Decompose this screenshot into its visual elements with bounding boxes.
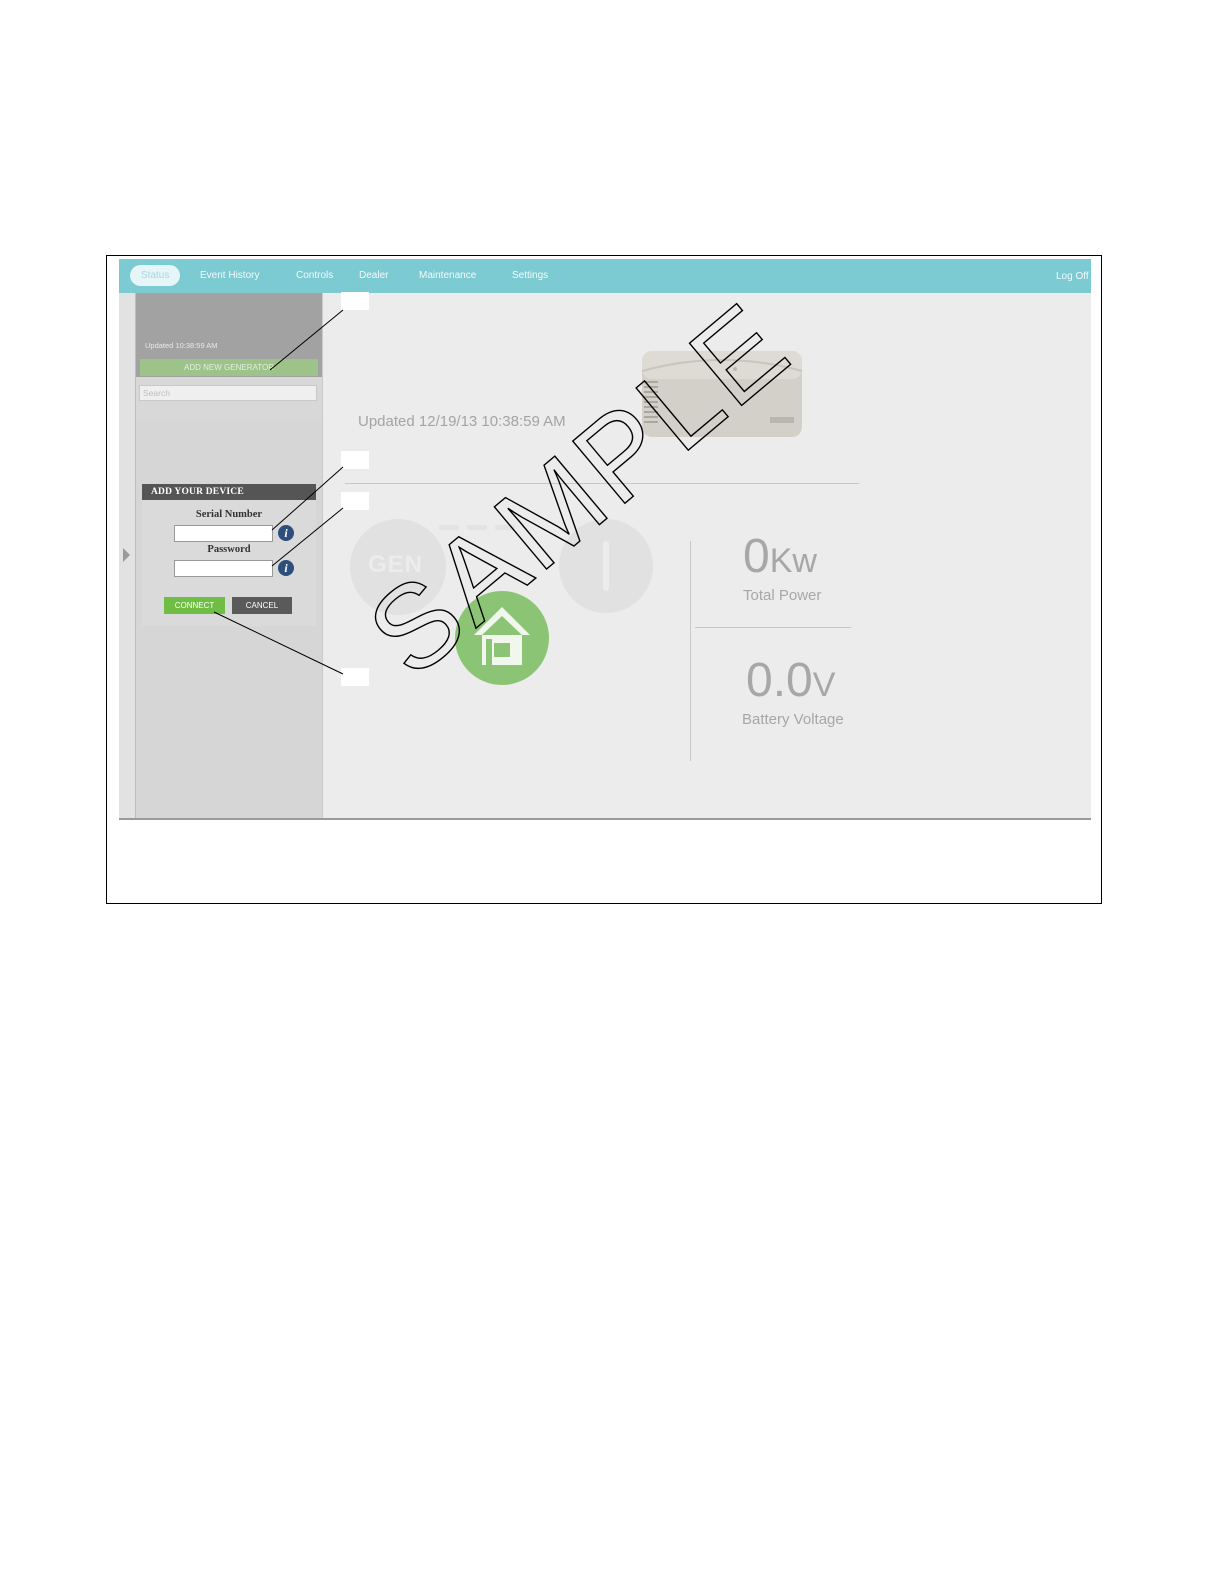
callout-box-4: [341, 668, 369, 686]
status-updated-time: Updated 12/19/13 10:38:59 AM: [358, 413, 566, 430]
callout-box-3: [341, 492, 369, 510]
status-divider: [345, 483, 859, 484]
tab-dealer[interactable]: Dealer: [359, 259, 388, 293]
battery-voltage-unit: V: [812, 666, 836, 704]
battery-voltage-number: 0.0: [746, 654, 813, 707]
generator-image: [641, 351, 803, 437]
callout-box-2: [341, 451, 369, 469]
power-flow-icon: [439, 525, 515, 530]
generator-updated-time: Updated 10:38:59 AM: [145, 341, 218, 350]
app-screen: Status Event History Controls Dealer Mai…: [119, 259, 1091, 820]
tab-event-history[interactable]: Event History: [200, 259, 259, 293]
utility-source-circle: [559, 519, 653, 613]
top-navigation-bar: Status Event History Controls Dealer Mai…: [119, 259, 1091, 293]
metrics-horizontal-divider: [695, 627, 851, 628]
sidebar-collapse-strip[interactable]: [119, 293, 136, 818]
total-power-label: Total Power: [743, 587, 822, 604]
home-load-circle: [455, 591, 549, 685]
battery-voltage-label: Battery Voltage: [742, 711, 844, 728]
add-device-panel: ADD YOUR DEVICE Serial Number i Password…: [142, 484, 316, 626]
expand-arrow-icon[interactable]: [123, 548, 130, 562]
add-device-title: ADD YOUR DEVICE: [142, 484, 316, 500]
total-power-value: 0Kw: [743, 529, 817, 584]
add-new-generator-button[interactable]: ADD NEW GENERATOR: [140, 359, 318, 376]
connect-button[interactable]: CONNECT: [164, 597, 225, 614]
metrics-vertical-divider: [690, 541, 691, 761]
password-input[interactable]: [174, 560, 273, 577]
total-power-unit: Kw: [769, 542, 817, 580]
tab-maintenance[interactable]: Maintenance: [419, 259, 476, 293]
password-label: Password: [207, 544, 251, 555]
callout-box-1: [341, 292, 369, 310]
generator-source-circle: GEN: [350, 519, 446, 615]
password-info-icon[interactable]: i: [278, 560, 294, 576]
logoff-link[interactable]: Log Off: [1056, 260, 1089, 294]
tab-controls[interactable]: Controls: [296, 259, 333, 293]
search-input[interactable]: [139, 385, 317, 401]
gen-label: GEN: [368, 551, 424, 578]
tab-status[interactable]: Status: [130, 265, 181, 286]
serial-number-label: Serial Number: [195, 509, 263, 520]
tab-settings[interactable]: Settings: [512, 259, 548, 293]
cancel-button[interactable]: CANCEL: [232, 597, 292, 614]
battery-voltage-value: 0.0V: [746, 653, 835, 708]
serial-number-input[interactable]: [174, 525, 273, 542]
total-power-number: 0: [743, 530, 770, 583]
serial-info-icon[interactable]: i: [278, 525, 294, 541]
utility-icon: [603, 541, 609, 591]
generator-card[interactable]: Updated 10:38:59 AM ADD NEW GENERATOR: [136, 293, 322, 377]
home-icon: [474, 607, 530, 665]
